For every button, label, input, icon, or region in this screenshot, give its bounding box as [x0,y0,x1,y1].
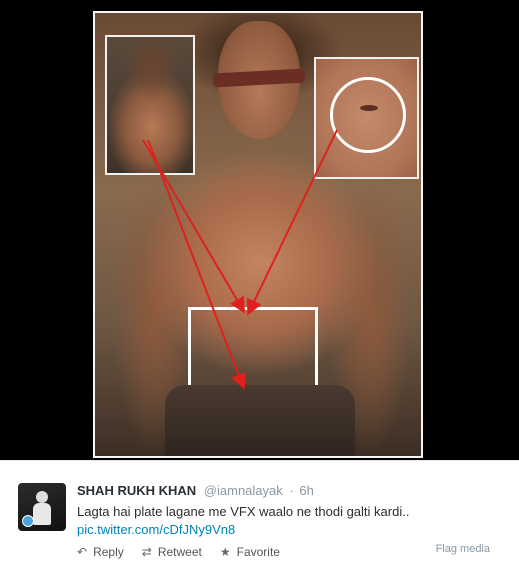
tweet-body: Lagta hai plate lagane me VFX waalo ne t… [77,504,410,519]
reply-icon: ↶ [77,545,88,559]
separator: · [289,483,294,498]
retweet-icon: ⇄ [141,545,152,559]
avatar[interactable] [18,483,66,531]
star-icon: ★ [219,545,231,559]
favorite-button[interactable]: ★ Favorite [220,545,280,559]
author-handle[interactable]: @iamnalayak [204,483,283,498]
favorite-label: Favorite [236,545,280,559]
timestamp[interactable]: 6h [299,483,313,498]
reply-label: Reply [93,545,124,559]
retweet-label: Retweet [157,545,202,559]
media-link[interactable]: pic.twitter.com/cDfJNy9Vn8 [77,521,497,539]
tweet-card: SHAH RUKH KHAN @iamnalayak · 6h Lagta ha… [0,460,519,580]
retweet-button[interactable]: ⇄ Retweet [142,545,202,559]
flag-media-link[interactable]: Flag media [436,543,490,555]
avatar-figure-head [36,491,48,503]
author-name[interactable]: SHAH RUKH KHAN [77,483,196,498]
arrow-inset-to-waist [147,139,247,390]
tweet-header: SHAH RUKH KHAN @iamnalayak · 6h [77,483,314,498]
avatar-badge [22,515,34,527]
reply-button[interactable]: ↶ Reply [77,545,124,559]
tweet-media[interactable]: Shah Rukh Khan [0,0,519,460]
annotation-arrows [142,129,338,390]
tweet-text: Lagta hai plate lagane me VFX waalo ne t… [77,503,497,539]
avatar-figure-body [33,503,51,525]
arrow-zoom-to-navel [247,129,338,316]
